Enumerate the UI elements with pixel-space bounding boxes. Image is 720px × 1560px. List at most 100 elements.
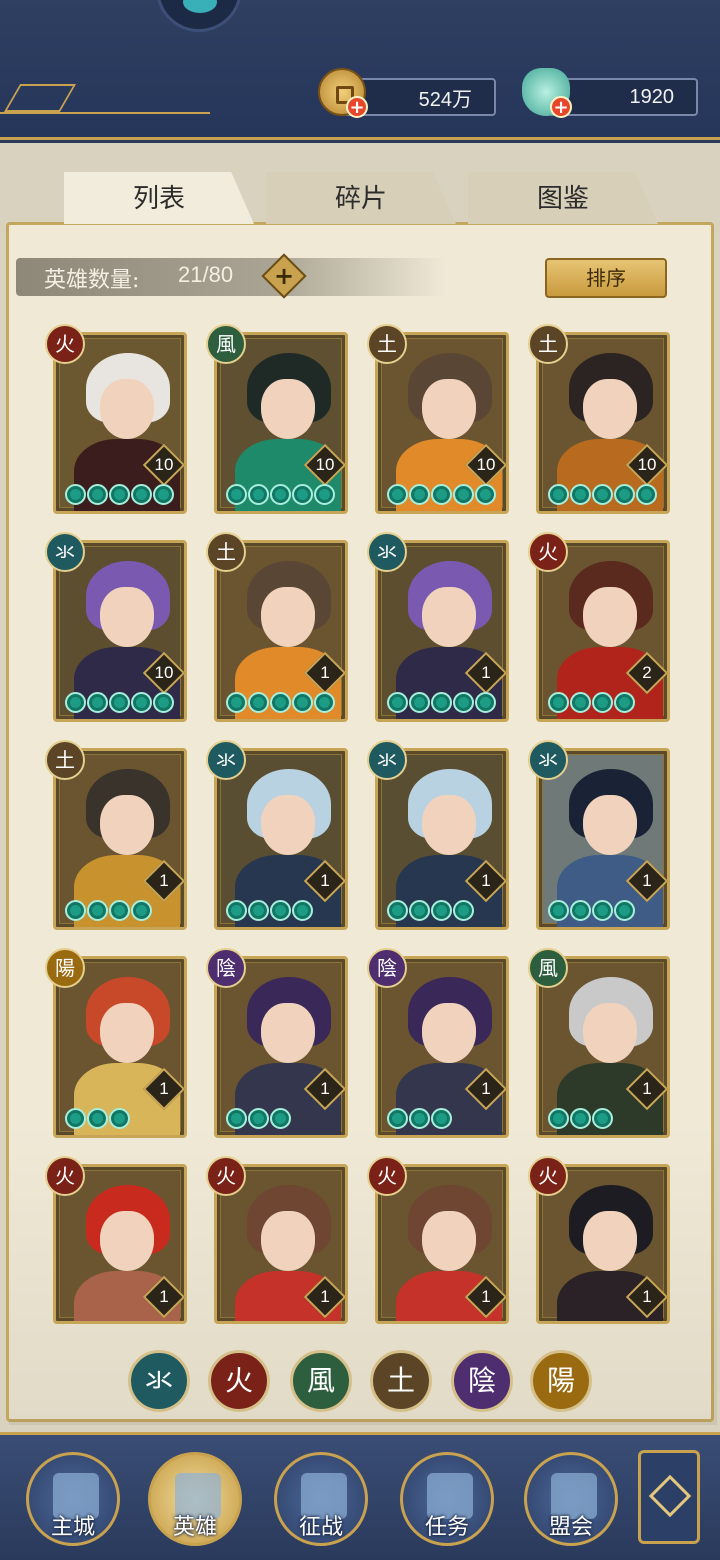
jade-star-icon [109, 692, 130, 713]
jade-star-icon [548, 900, 569, 921]
jade-star-icon [431, 1108, 452, 1129]
water-element-icon: 氺 [45, 532, 85, 572]
filter-water-button[interactable]: 氺 [128, 1350, 190, 1412]
decorative-knot [3, 84, 77, 112]
jade-star-icon [475, 484, 496, 505]
jade-star-icon [270, 1108, 291, 1129]
jade-star-icon [387, 1108, 408, 1129]
jade-star-icon [226, 900, 247, 921]
jade-star-icon [453, 692, 474, 713]
hero-face [422, 1211, 476, 1271]
tab-fragments[interactable]: 碎片 [266, 172, 456, 224]
jade-star-icon [87, 484, 108, 505]
hero-count-value: 21/80 [178, 262, 234, 287]
nav-heroes-button[interactable]: 英雄 [148, 1452, 242, 1546]
jade-star-icon [87, 900, 108, 921]
jade-star-icon [614, 900, 635, 921]
nav-label: 任务 [424, 1515, 469, 1540]
jade-star-icon [475, 692, 496, 713]
add-gem-button[interactable]: + [550, 96, 572, 118]
hero-stars [65, 484, 174, 506]
jade-star-icon [226, 692, 247, 713]
hero-stars [548, 900, 635, 922]
jade-star-icon [570, 1108, 591, 1129]
nav-label: 英雄 [172, 1515, 217, 1540]
jade-star-icon [248, 484, 269, 505]
nav-main-city-button[interactable]: 主城 [26, 1452, 120, 1546]
water-element-icon: 氺 [206, 740, 246, 780]
nav-label: 盟会 [548, 1515, 593, 1540]
hero-face [583, 587, 637, 647]
jade-star-icon [65, 1108, 86, 1129]
hero-stars [548, 1108, 613, 1130]
jade-star-icon [292, 484, 313, 505]
jade-star-icon [548, 484, 569, 505]
more-menu-button[interactable] [638, 1450, 700, 1544]
flower-icon [648, 1474, 692, 1518]
jade-star-icon [409, 1108, 430, 1129]
hero-level: 1 [320, 871, 330, 890]
jade-star-icon [409, 484, 430, 505]
fire-element-icon: 火 [206, 1156, 246, 1196]
jade-star-icon [65, 692, 86, 713]
nav-campaign-button[interactable]: 征战 [274, 1452, 368, 1546]
jade-star-icon [109, 900, 130, 921]
hero-face [261, 1003, 315, 1063]
jade-star-icon [65, 900, 86, 921]
add-coin-button[interactable]: + [346, 96, 368, 118]
jade-star-icon [614, 484, 635, 505]
filter-yang-button[interactable]: 陽 [530, 1350, 592, 1412]
jade-star-icon [87, 692, 108, 713]
hero-level: 1 [642, 1079, 652, 1098]
nav-quests-button[interactable]: 任务 [400, 1452, 494, 1546]
earth-element-icon: 土 [206, 532, 246, 572]
filter-earth-button[interactable]: 土 [370, 1350, 432, 1412]
jade-star-icon [387, 900, 408, 921]
jade-star-icon [431, 484, 452, 505]
hero-level: 1 [159, 1287, 169, 1306]
tab-gallery[interactable]: 图鉴 [468, 172, 658, 224]
hero-level: 1 [642, 871, 652, 890]
water-element-icon: 氺 [528, 740, 568, 780]
hero-face [583, 795, 637, 855]
jade-star-icon [226, 484, 247, 505]
tab-list[interactable]: 列表 [64, 172, 254, 224]
jade-star-icon [570, 692, 591, 713]
hero-level: 1 [320, 1287, 330, 1306]
hero-face [261, 587, 315, 647]
hero-stars [226, 692, 335, 714]
hero-level: 1 [642, 1287, 652, 1306]
yang-element-icon: 陽 [45, 948, 85, 988]
jade-star-icon [131, 484, 152, 505]
fire-element-icon: 火 [528, 1156, 568, 1196]
hero-level: 1 [481, 871, 491, 890]
jade-star-icon [387, 692, 408, 713]
fire-element-icon: 火 [45, 1156, 85, 1196]
jade-star-icon [109, 484, 130, 505]
hero-stars [65, 1108, 130, 1130]
jade-star-icon [292, 900, 313, 921]
jade-star-icon [548, 1108, 569, 1129]
jade-star-icon [431, 692, 452, 713]
sort-button[interactable]: 排序 [545, 258, 667, 298]
hero-level: 2 [642, 663, 652, 682]
hero-face [100, 379, 154, 439]
hero-face [100, 795, 154, 855]
hero-face [422, 795, 476, 855]
hero-face [583, 1003, 637, 1063]
hero-stars [387, 900, 474, 922]
earth-element-icon: 土 [367, 324, 407, 364]
filter-fire-button[interactable]: 火 [208, 1350, 270, 1412]
avatar[interactable] [156, 0, 242, 32]
jade-star-icon [453, 900, 474, 921]
nav-guild-button[interactable]: 盟会 [524, 1452, 618, 1546]
hero-face [422, 1003, 476, 1063]
jade-star-icon [292, 692, 313, 713]
hero-face [100, 587, 154, 647]
hero-face [422, 587, 476, 647]
hero-level: 1 [159, 1079, 169, 1098]
filter-yin-button[interactable]: 陰 [451, 1350, 513, 1412]
jade-star-icon [109, 1108, 130, 1129]
filter-wind-button[interactable]: 風 [290, 1350, 352, 1412]
coin-value: 524万 [418, 88, 472, 111]
